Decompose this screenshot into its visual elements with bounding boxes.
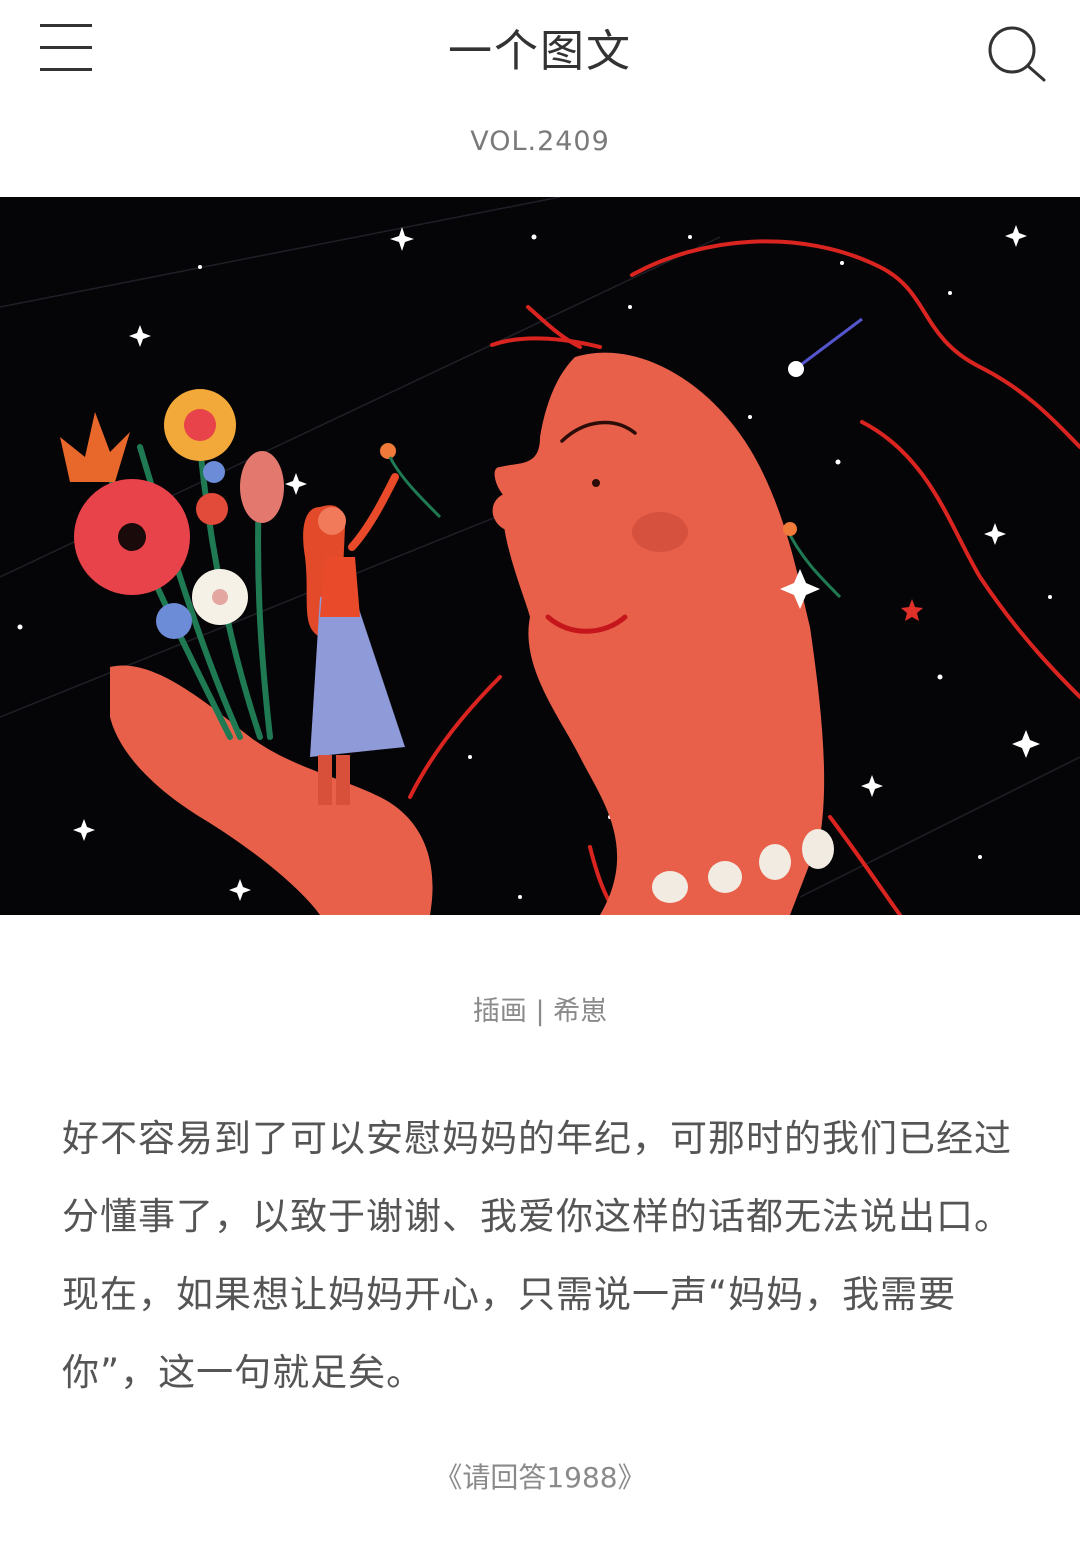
illustration-credit: 插画 | 希崽 bbox=[472, 996, 608, 1027]
top-bar: 一个图文 bbox=[0, 0, 1080, 100]
search-icon[interactable] bbox=[984, 22, 1048, 86]
illustration-graphic bbox=[0, 197, 1080, 915]
page-title: 一个图文 bbox=[448, 26, 632, 77]
article-source: 《请回答1988》 bbox=[434, 1461, 646, 1494]
article-text: 好不容易到了可以安慰妈妈的年纪，可那时的我们已经过分懂事了，以致于谢谢、我爱你这… bbox=[62, 1117, 1012, 1394]
article-illustration[interactable] bbox=[0, 197, 1080, 915]
search-icon-graphic bbox=[988, 26, 1046, 82]
volume-number: VOL.2409 bbox=[470, 126, 610, 157]
